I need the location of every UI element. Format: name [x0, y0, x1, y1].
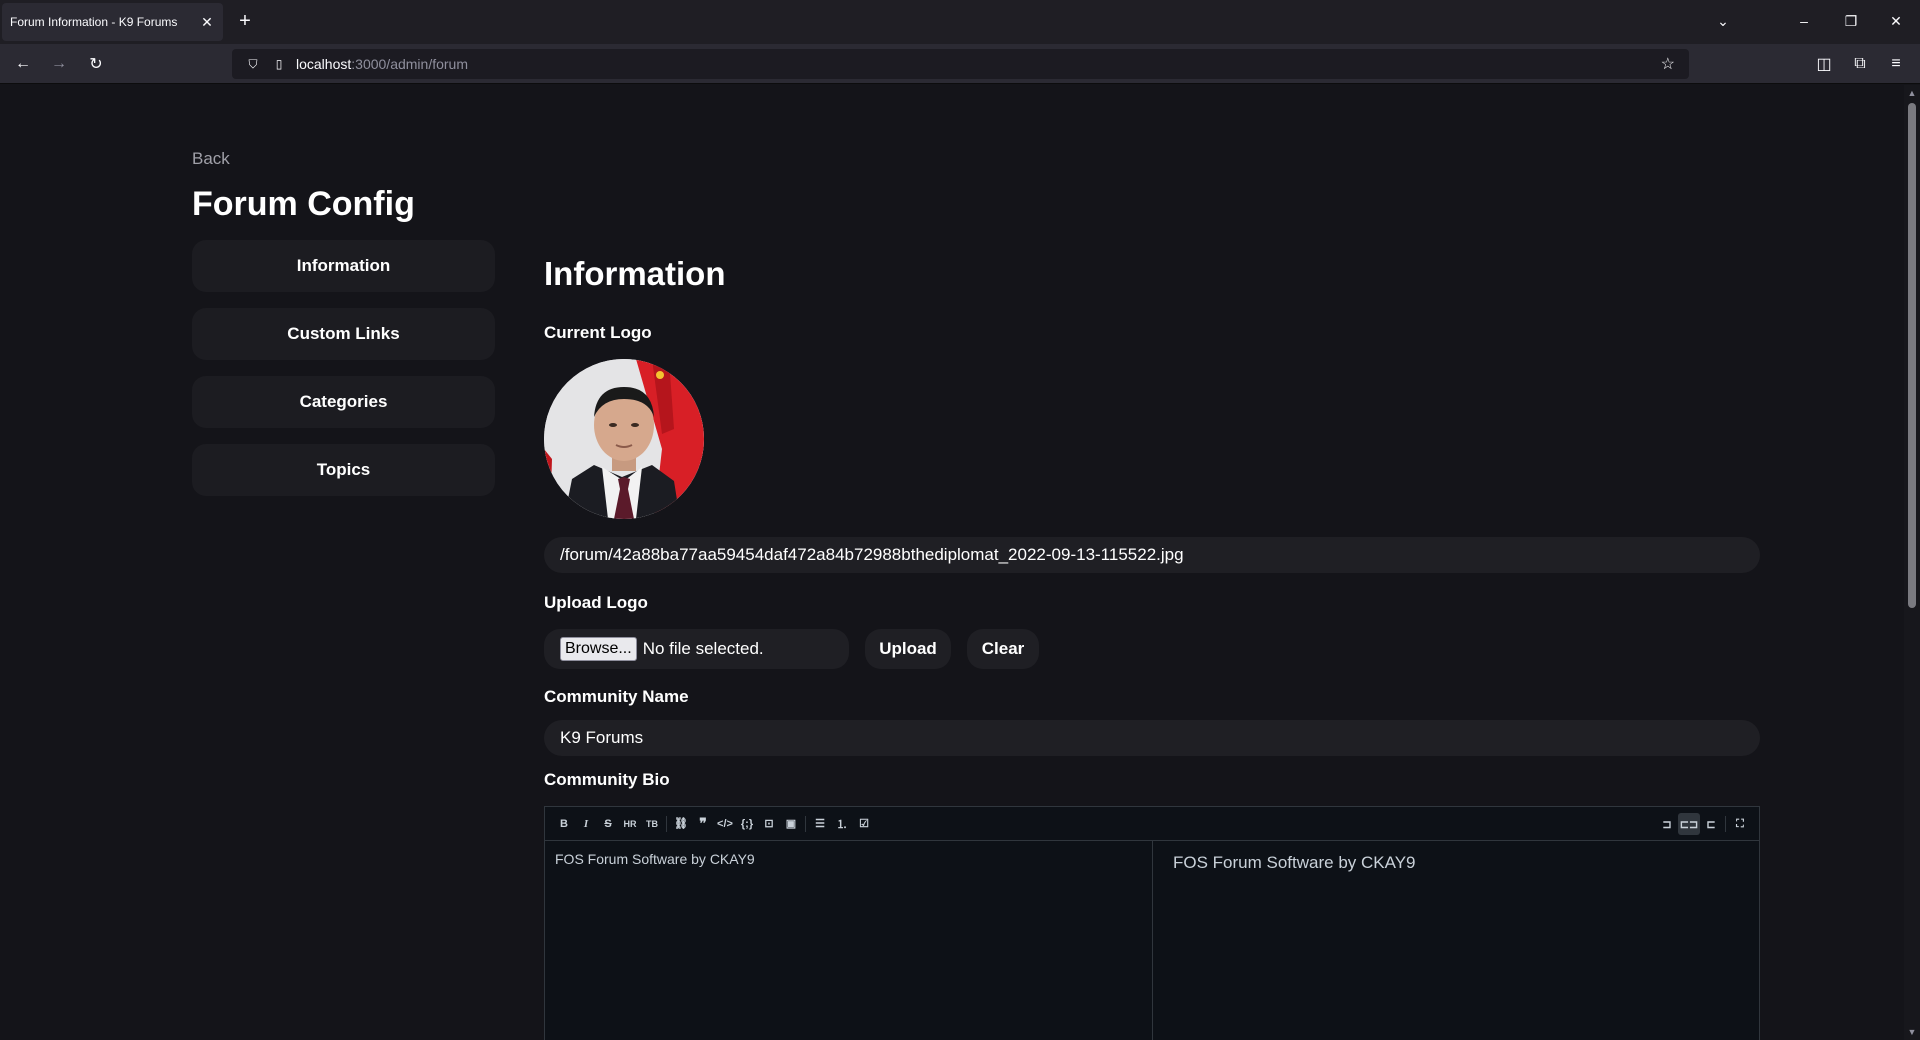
code-icon[interactable]: </> [714, 813, 736, 835]
current-logo-image [544, 359, 704, 519]
url-bar[interactable]: ⛉ ▯ localhost:3000/admin/forum ☆ [232, 49, 1689, 79]
view-mode-controls: ⊐ ⊏⊐ ⊏ ⛶ [1656, 813, 1751, 835]
scroll-down-icon[interactable]: ▼ [1907, 1027, 1917, 1037]
fullscreen-icon[interactable]: ⛶ [1729, 813, 1751, 835]
heading-alt-icon[interactable]: TB [641, 813, 663, 835]
preview-only-icon[interactable]: ⊏ [1700, 813, 1722, 835]
page-scrollbar[interactable]: ▲ ▼ [1904, 85, 1920, 1040]
sidebar-item-topics[interactable]: Topics [192, 444, 495, 496]
community-name-label: Community Name [544, 687, 689, 706]
url-text: localhost:3000/admin/forum [296, 56, 468, 72]
code-block-icon[interactable]: {;} [736, 813, 758, 835]
heading-icon[interactable]: HR [619, 813, 641, 835]
community-name-input[interactable]: K9 Forums [544, 720, 1760, 756]
page: Back Forum Config Information Custom Lin… [0, 85, 1904, 1040]
browser-tab[interactable]: Forum Information - K9 Forums ✕ [2, 3, 223, 41]
tab-title: Forum Information - K9 Forums [10, 15, 178, 29]
bio-preview: FOS Forum Software by CKAY9 [1173, 853, 1416, 872]
pocket-icon[interactable]: ◫ [1812, 52, 1836, 76]
back-link[interactable]: Back [192, 149, 230, 169]
page-icon[interactable]: ▯ [270, 55, 288, 73]
logo-path-field[interactable]: /forum/42a88ba77aa59454daf472a84b72988bt… [544, 537, 1760, 573]
upload-row: Browse... No file selected. Upload Clear [544, 629, 1760, 669]
ordered-list-icon[interactable]: ⒈ [831, 813, 853, 835]
tab-close-icon[interactable]: ✕ [199, 14, 215, 30]
community-bio-label: Community Bio [544, 770, 670, 789]
scroll-thumb[interactable] [1908, 103, 1916, 608]
comment-icon[interactable]: ⊡ [758, 813, 780, 835]
scroll-up-icon[interactable]: ▲ [1907, 88, 1917, 98]
shield-icon[interactable]: ⛉ [244, 55, 262, 73]
unordered-list-icon[interactable]: ☰ [809, 813, 831, 835]
clear-button[interactable]: Clear [967, 629, 1039, 669]
bold-icon[interactable]: B [553, 813, 575, 835]
reload-icon[interactable]: ↻ [84, 52, 108, 76]
minimize-icon[interactable]: – [1793, 10, 1815, 32]
file-status: No file selected. [642, 639, 764, 658]
quote-icon[interactable]: ❞ [692, 813, 714, 835]
strikethrough-icon[interactable]: S [597, 813, 619, 835]
new-tab-icon[interactable]: + [234, 10, 256, 32]
bio-markdown-editor: B I S HR TB ⛓ ❞ </> {;} ⊡ ▣ ☰ ⒈ ☑ ⊐ ⊏⊐ ⊏… [544, 806, 1760, 1040]
toolbar-divider [666, 815, 667, 832]
back-arrow-icon[interactable]: ← [11, 52, 35, 76]
editor-panes: FOS Forum Software by CKAY9 FOS Forum So… [545, 841, 1759, 1040]
url-host: localhost [296, 56, 352, 72]
bio-text-area[interactable]: FOS Forum Software by CKAY9 [545, 841, 1153, 1040]
link-icon[interactable]: ⛓ [670, 813, 692, 835]
section-title: Information [544, 255, 726, 292]
sidebar-item-categories[interactable]: Categories [192, 376, 495, 428]
list-all-tabs-icon[interactable]: ⌄ [1712, 10, 1734, 32]
task-list-icon[interactable]: ☑ [853, 813, 875, 835]
upload-logo-label: Upload Logo [544, 593, 648, 612]
file-input[interactable]: Browse... No file selected. [544, 629, 849, 669]
forward-arrow-icon[interactable]: → [47, 52, 71, 76]
sidebar-item-information[interactable]: Information [192, 240, 495, 292]
toolbar-divider [1725, 816, 1726, 832]
restore-icon[interactable]: ❐ [1840, 10, 1862, 32]
extensions-icon[interactable]: ⧉ [1848, 52, 1872, 76]
current-logo-label: Current Logo [544, 323, 652, 342]
editor-toolbar: B I S HR TB ⛓ ❞ </> {;} ⊡ ▣ ☰ ⒈ ☑ ⊐ ⊏⊐ ⊏… [545, 807, 1759, 841]
main-content: Information Current Logo /forum/42a88ba7 [544, 255, 1760, 1040]
bookmark-star-icon[interactable]: ☆ [1661, 54, 1675, 74]
logo-portrait [544, 359, 704, 519]
toolbar-divider [805, 815, 806, 832]
menu-icon[interactable]: ≡ [1884, 52, 1908, 76]
sidebar-item-custom-links[interactable]: Custom Links [192, 308, 495, 360]
config-sidebar: Information Custom Links Categories Topi… [192, 240, 495, 512]
browser-tab-bar: Forum Information - K9 Forums ✕ + ⌄ – ❐ … [0, 0, 1920, 44]
page-title: Forum Config [192, 185, 415, 223]
upload-button[interactable]: Upload [865, 629, 951, 669]
browse-button[interactable]: Browse... [560, 637, 637, 661]
image-icon[interactable]: ▣ [780, 813, 802, 835]
italic-icon[interactable]: I [575, 813, 597, 835]
edit-only-icon[interactable]: ⊐ [1656, 813, 1678, 835]
close-window-icon[interactable]: ✕ [1885, 10, 1907, 32]
browser-nav-bar: ← → ↻ ⛉ ▯ localhost:3000/admin/forum ☆ ◫… [0, 44, 1920, 84]
split-view-icon[interactable]: ⊏⊐ [1678, 813, 1700, 835]
url-path: :3000/admin/forum [351, 56, 468, 72]
